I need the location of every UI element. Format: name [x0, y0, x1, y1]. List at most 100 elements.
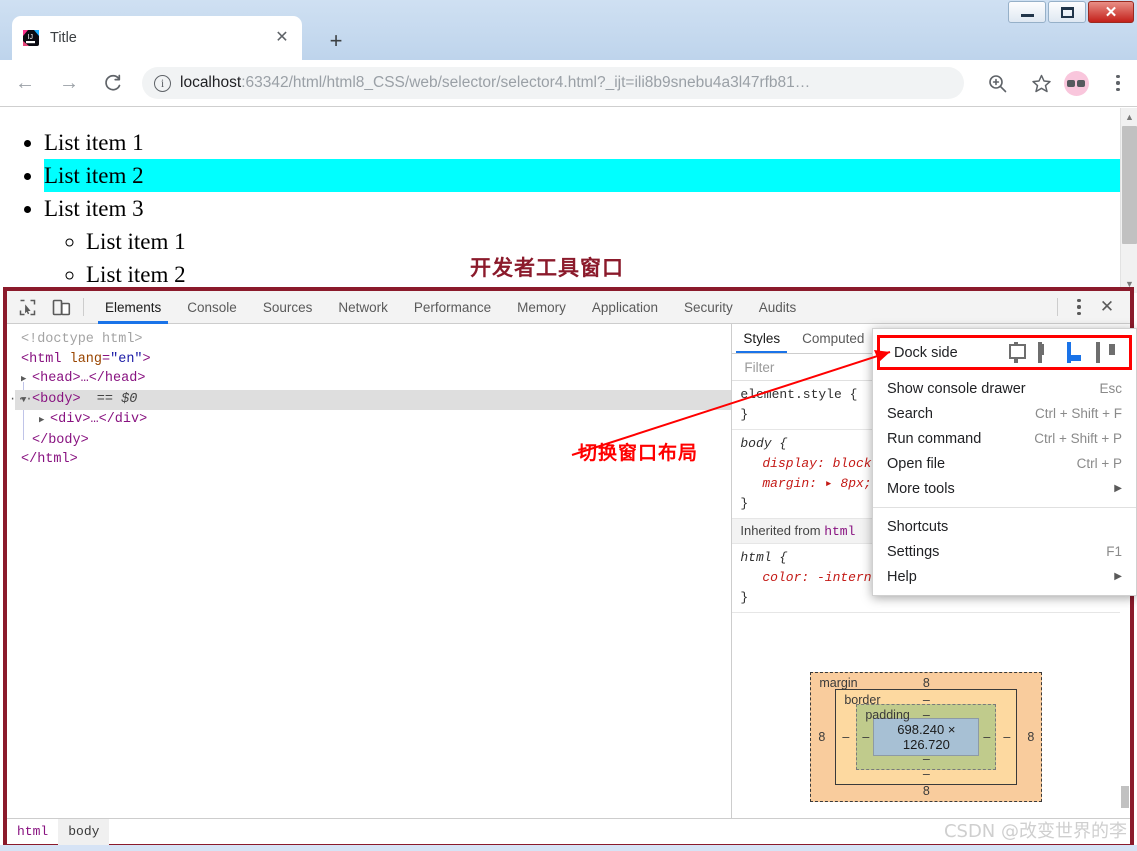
device-toolbar-icon[interactable] [47, 294, 75, 320]
padding-top-value[interactable]: – [857, 708, 995, 722]
margin-bottom-value[interactable]: 8 [811, 784, 1041, 798]
new-tab-button[interactable]: + [318, 24, 354, 58]
expand-triangle-div[interactable]: ▶ [39, 411, 50, 431]
scrollbar-thumb[interactable] [1122, 126, 1137, 244]
ellipsis-icon: ··· [9, 391, 34, 406]
dom-line-doctype[interactable]: <!doctype html> [15, 330, 731, 350]
padding-left-value[interactable]: – [862, 730, 869, 744]
tab-application[interactable]: Application [579, 291, 671, 324]
margin-left-value[interactable]: 8 [818, 730, 825, 744]
padding-bottom-value[interactable]: – [857, 752, 995, 766]
forward-icon[interactable]: → [50, 64, 88, 102]
box-model-diagram[interactable]: margin 8 8 8 8 border – – – – padding – [810, 672, 1043, 802]
window-controls: ✕ [1008, 0, 1137, 26]
devtools-toolbar: Elements Console Sources Network Perform… [7, 291, 1130, 324]
menu-item-shortcut: Esc [1099, 381, 1122, 396]
menu-item-label: Show console drawer [887, 380, 1026, 397]
menu-item-shortcut: Ctrl + Shift + F [1034, 406, 1122, 421]
expand-triangle-head[interactable]: ▶ [21, 370, 32, 390]
margin-top-value[interactable]: 8 [811, 676, 1041, 690]
menu-item-open-file[interactable]: Open file Ctrl + P [873, 451, 1136, 476]
box-model-margin[interactable]: margin 8 8 8 8 border – – – – padding – [810, 672, 1043, 802]
dock-side-options [1009, 342, 1121, 363]
tab-computed[interactable]: Computed [791, 324, 875, 353]
box-model-border[interactable]: border – – – – padding – – – – 698.240 ×… [835, 689, 1018, 785]
menu-item-more-tools[interactable]: More tools ▶ [873, 476, 1136, 501]
list-item-text-highlighted: List item 2 [44, 159, 1137, 192]
dock-bottom-icon[interactable] [1067, 342, 1086, 363]
reload-icon[interactable] [94, 64, 132, 102]
devtools-close-icon[interactable]: ✕ [1092, 294, 1122, 320]
tab-title: Title [50, 30, 77, 46]
submenu-arrow-icon: ▶ [1114, 571, 1122, 582]
profile-avatar[interactable] [1064, 70, 1089, 96]
menu-item-search[interactable]: Search Ctrl + Shift + F [873, 401, 1136, 426]
tab-audits[interactable]: Audits [746, 291, 810, 324]
margin-right-value[interactable]: 8 [1027, 730, 1034, 744]
zoom-in-icon[interactable] [978, 64, 1016, 102]
devtools-context-menu: Dock side Show console drawer Esc Search… [872, 328, 1137, 596]
url-host: localhost [180, 74, 242, 91]
tab-security[interactable]: Security [671, 291, 746, 324]
menu-item-shortcuts[interactable]: Shortcuts [873, 514, 1136, 539]
menu-item-help[interactable]: Help ▶ [873, 564, 1136, 589]
menu-item-label: Search [887, 405, 933, 422]
nested-list-item-text: List item 2 [86, 262, 186, 287]
dom-line-div[interactable]: ▶ <div>…</div> [15, 410, 731, 431]
toolbar-divider-2 [1057, 298, 1058, 316]
dock-side-label: Dock side [894, 344, 958, 361]
dom-tree-panel[interactable]: <!doctype html> <html lang="en"> ▶ <head>… [7, 324, 733, 818]
dom-line-head[interactable]: ▶ <head>…</head> [15, 369, 731, 390]
tab-sources[interactable]: Sources [250, 291, 326, 324]
menu-item-settings[interactable]: Settings F1 [873, 539, 1136, 564]
tab-close-icon[interactable]: ✕ [272, 28, 292, 48]
browser-toolbar: ← → i localhost:63342/html/html8_CSS/web… [0, 60, 1137, 107]
menu-item-show-console-drawer[interactable]: Show console drawer Esc [873, 376, 1136, 401]
dock-left-icon[interactable] [1038, 342, 1057, 363]
border-left-value[interactable]: – [842, 730, 849, 744]
browser-tab[interactable]: IJ Title ✕ [12, 16, 302, 60]
inherited-label-text: Inherited from [740, 523, 821, 538]
page-scrollbar[interactable]: ▲ ▼ [1120, 108, 1137, 293]
browser-menu-icon[interactable] [1099, 64, 1137, 102]
tab-memory[interactable]: Memory [504, 291, 579, 324]
tab-styles[interactable]: Styles [732, 324, 791, 353]
undock-window-icon[interactable] [1009, 342, 1028, 363]
tab-network[interactable]: Network [325, 291, 401, 324]
annotation-devtools-window: 开发者工具窗口 [470, 256, 624, 280]
dock-right-icon[interactable] [1096, 342, 1115, 363]
minimize-button[interactable] [1008, 1, 1046, 23]
tab-performance[interactable]: Performance [401, 291, 504, 324]
padding-right-value[interactable]: – [983, 730, 990, 744]
menu-item-run-command[interactable]: Run command Ctrl + Shift + P [873, 426, 1136, 451]
list-item-text: List item 1 [44, 130, 144, 155]
inspect-cursor-icon[interactable] [13, 294, 41, 320]
list-item: List item 2 [44, 159, 1137, 192]
menu-item-label: Open file [887, 455, 946, 472]
box-model-content-size[interactable]: 698.240 × 126.720 [873, 718, 980, 756]
site-info-icon[interactable]: i [154, 74, 171, 92]
close-icon: ✕ [1104, 4, 1118, 21]
close-window-button[interactable]: ✕ [1088, 1, 1134, 23]
breadcrumb-html[interactable]: html [7, 819, 58, 845]
dom-line-body[interactable]: ··· ▼ <body> == $0 [9, 389, 732, 410]
toolbar-divider [83, 298, 84, 316]
menu-item-label: Settings [887, 543, 940, 560]
tab-elements[interactable]: Elements [92, 291, 174, 324]
devtools-panel-tabs: Elements Console Sources Network Perform… [92, 291, 809, 324]
back-icon[interactable]: ← [6, 64, 44, 102]
address-bar[interactable]: i localhost:63342/html/html8_CSS/web/sel… [142, 67, 964, 99]
scroll-up-icon[interactable]: ▲ [1121, 108, 1137, 126]
breadcrumb-body[interactable]: body [58, 818, 110, 845]
devtools-menu-icon[interactable] [1066, 294, 1092, 320]
menu-item-label: More tools [887, 480, 955, 497]
styles-scrollbar-thumb[interactable] [1121, 786, 1129, 808]
dom-line-html-open[interactable]: <html lang="en"> [15, 350, 731, 370]
bookmark-star-icon[interactable] [1022, 64, 1060, 102]
maximize-button[interactable] [1048, 1, 1086, 23]
list-item-text: List item 3 [44, 196, 144, 221]
svg-text:IJ: IJ [28, 34, 33, 41]
border-right-value[interactable]: – [1003, 730, 1010, 744]
box-model-padding[interactable]: padding – – – – 698.240 × 126.720 [856, 704, 997, 770]
tab-console[interactable]: Console [174, 291, 250, 324]
